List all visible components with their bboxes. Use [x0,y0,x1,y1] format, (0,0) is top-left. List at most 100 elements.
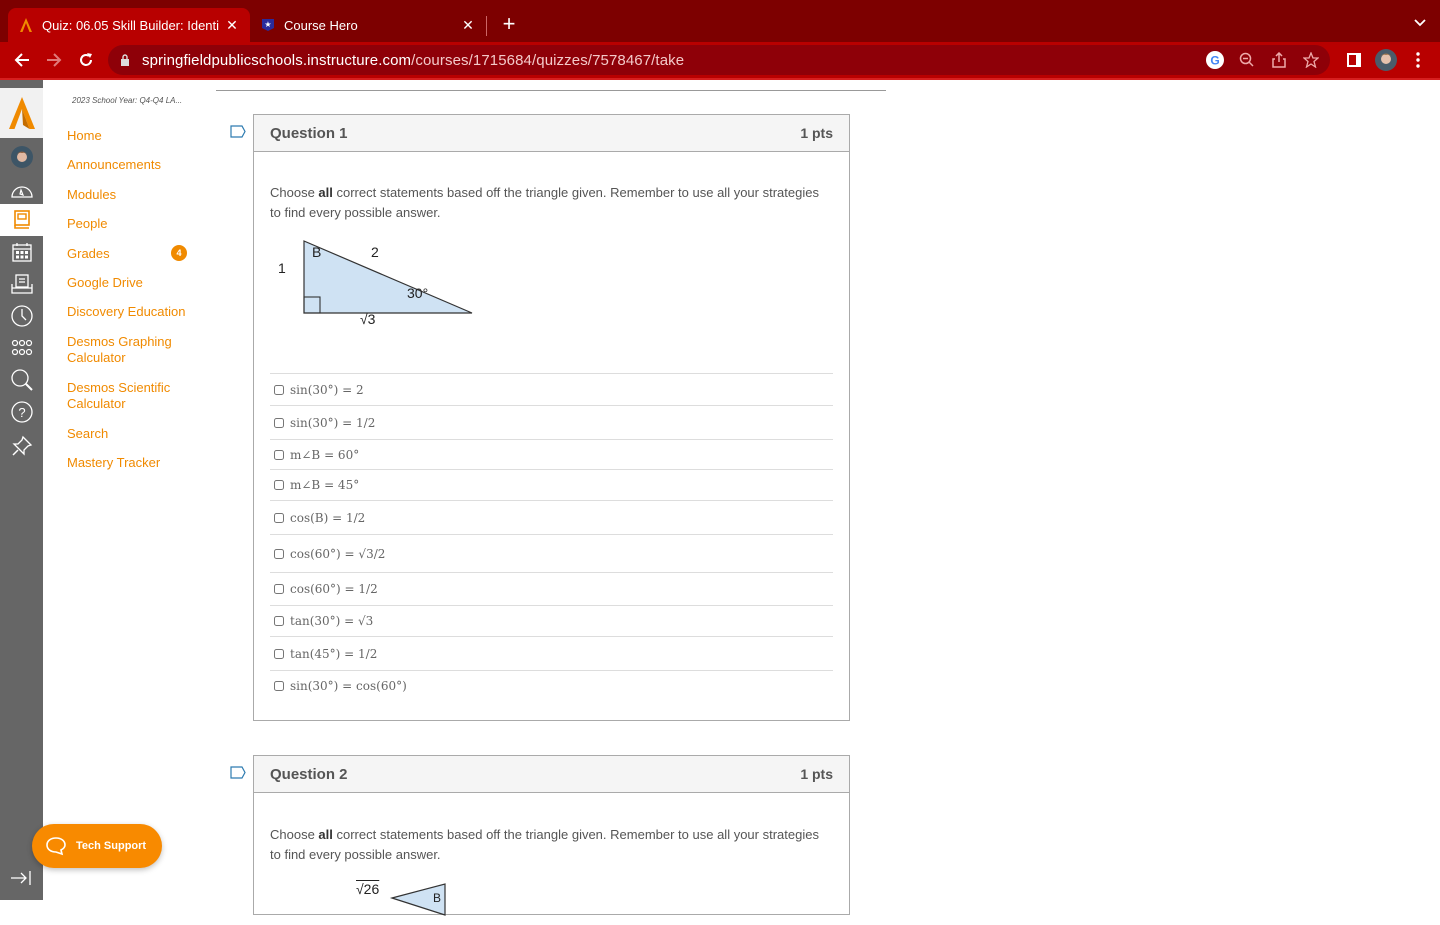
pin-icon[interactable] [0,430,43,462]
question-header: Question 1 1 pts [254,115,849,152]
course-nav-search[interactable]: Search [67,426,108,442]
question-points: 1 pts [800,766,833,782]
chevron-down-icon[interactable] [1414,14,1426,30]
question-prompt: Choose all correct statements based off … [254,183,849,223]
answer-option[interactable]: cos(60°) = 1/2 [270,572,833,605]
prompt-bold: all [318,185,333,200]
prompt-text: Choose [270,185,319,200]
tech-support-button[interactable]: Tech Support [32,824,162,868]
short-leg-label: 1 [278,260,286,276]
answer-checkbox[interactable] [274,449,284,460]
url-text[interactable]: springfieldpublicschools.instructure.com… [142,52,684,69]
toolbar-divider [0,78,1440,80]
flag-question-icon[interactable] [230,125,246,138]
google-icon[interactable]: G [1204,49,1226,71]
global-navigation: ? [0,80,43,900]
prompt-text: correct statements based off the triangl… [270,185,819,220]
hypotenuse-label: √26 [356,881,380,897]
answer-checkbox[interactable] [274,384,284,395]
course-nav-grades[interactable]: Grades [67,246,110,262]
profile-avatar[interactable] [1374,48,1398,72]
answer-option[interactable]: sin(30°) = 2 [270,373,833,405]
long-leg-label: √3 [360,311,376,327]
course-nav-google-drive[interactable]: Google Drive [67,275,143,291]
history-clock-icon[interactable] [0,300,43,332]
address-bar[interactable]: springfieldpublicschools.instructure.com… [108,45,1330,75]
close-icon[interactable]: ✕ [224,17,240,34]
answer-option[interactable]: sin(30°) = cos(60°) [270,670,833,700]
answer-option[interactable]: cos(60°) = √3/2 [270,534,833,572]
help-icon[interactable]: ? [0,396,43,428]
inbox-icon[interactable] [0,268,43,300]
account-avatar[interactable] [0,141,43,173]
courses-icon[interactable] [0,204,43,236]
angle-label: B [312,244,322,260]
answer-option[interactable]: cos(B) = 1/2 [270,500,833,534]
question-title: Question 2 [270,765,348,783]
question-2: Question 2 1 pts Choose all correct stat… [253,755,850,916]
question-1: Question 1 1 pts Choose all correct stat… [253,114,850,721]
answer-option[interactable]: tan(30°) = √3 [270,605,833,636]
grades-badge: 4 [171,245,187,261]
answer-checkbox[interactable] [274,680,284,691]
answer-text: m∠B = 45° [290,478,360,492]
flag-question-icon[interactable] [230,766,246,779]
share-icon[interactable] [1268,49,1290,71]
course-nav-desmos-graphing[interactable]: Desmos Graphing Calculator [67,334,177,366]
course-nav-mastery-tracker[interactable]: Mastery Tracker [67,455,160,471]
question-points: 1 pts [800,125,833,141]
close-icon[interactable]: ✕ [460,17,476,34]
answer-list: sin(30°) = 2 sin(30°) = 1/2 m∠B = 60° m∠… [270,373,833,700]
answer-option[interactable]: tan(45°) = 1/2 [270,636,833,670]
question-header: Question 2 1 pts [254,756,849,793]
answer-checkbox[interactable] [274,417,284,428]
prompt-text: Choose [270,827,319,842]
browser-tab-bar: Quiz: 06.05 Skill Builder: Identi ✕ ★ Co… [0,0,1440,42]
back-arrow-icon[interactable] [10,48,34,72]
answer-text: m∠B = 60° [290,447,360,462]
triangle-figure: B 2 1 30° √3 [254,223,849,373]
answer-checkbox[interactable] [274,584,284,594]
angle-measure-label: 30° [407,285,429,301]
tab-course-hero[interactable]: ★ Course Hero ✕ [250,8,486,42]
answer-option[interactable]: sin(30°) = 1/2 [270,405,833,439]
answer-option[interactable]: m∠B = 45° [270,469,833,500]
triangle-diagram [303,240,473,314]
search-icon[interactable] [0,364,43,396]
answer-text: cos(60°) = 1/2 [290,582,378,596]
calendar-icon[interactable] [0,236,43,268]
bookmark-star-icon[interactable] [1300,49,1322,71]
course-nav-home[interactable]: Home [67,128,102,144]
course-hero-icon: ★ [260,17,276,33]
course-nav-desmos-scientific[interactable]: Desmos Scientific Calculator [67,380,177,412]
course-nav-modules[interactable]: Modules [67,187,116,203]
dashboard-icon[interactable] [0,174,43,206]
forward-arrow-icon[interactable] [42,48,66,72]
zoom-out-icon[interactable] [1236,49,1258,71]
breadcrumb[interactable]: 2023 School Year: Q4-Q4 LA... [72,96,217,105]
tab-title: Quiz: 06.05 Skill Builder: Identi [42,17,220,33]
answer-option[interactable]: m∠B = 60° [270,439,833,469]
collapse-nav-icon[interactable] [10,870,34,890]
chat-bubble-icon [45,836,67,856]
course-nav-discovery-education[interactable]: Discovery Education [67,304,186,320]
svg-text:?: ? [18,405,25,420]
more-menu-icon[interactable] [1406,48,1430,72]
hypotenuse-label: 2 [371,244,379,260]
canvas-logo-icon[interactable] [0,88,43,138]
prompt-bold: all [318,827,333,842]
reload-icon[interactable] [74,48,98,72]
tab-quiz[interactable]: Quiz: 06.05 Skill Builder: Identi ✕ [8,8,250,42]
commons-icon[interactable] [0,332,43,364]
course-nav-announcements[interactable]: Announcements [67,157,161,173]
new-tab-button[interactable]: + [498,12,520,36]
lock-icon[interactable] [120,53,134,67]
answer-checkbox[interactable] [274,648,284,659]
answer-checkbox[interactable] [274,616,284,626]
tech-support-label: Tech Support [76,840,147,852]
answer-checkbox[interactable] [274,512,284,523]
answer-checkbox[interactable] [274,480,284,490]
answer-checkbox[interactable] [274,548,284,559]
side-panel-icon[interactable] [1342,48,1366,72]
course-nav-people[interactable]: People [67,216,107,232]
